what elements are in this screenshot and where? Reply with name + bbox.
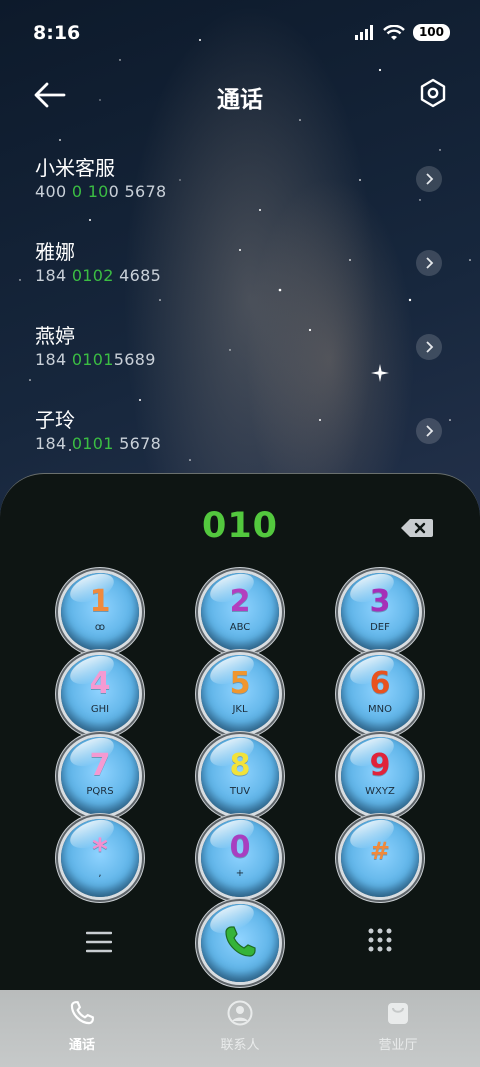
nav-label: 营业厅	[378, 1038, 418, 1053]
contact-number: 400 0 100 5678	[35, 182, 167, 201]
nav-tab-service-hall[interactable]: 营业厅	[348, 1000, 448, 1060]
menu-icon[interactable]	[86, 931, 112, 953]
key-hash[interactable]: #	[341, 819, 419, 897]
contact-name: 子玲	[35, 408, 75, 432]
phone-icon	[70, 1001, 94, 1025]
key-5[interactable]: 5 JKL	[201, 655, 279, 733]
nav-label: 联系人	[220, 1038, 260, 1053]
key-0[interactable]: 0 +	[201, 819, 279, 897]
call-button[interactable]	[201, 904, 279, 982]
key-9[interactable]: 9 WXYZ	[341, 737, 419, 815]
contact-name: 雅娜	[35, 240, 75, 264]
key-8[interactable]: 8 TUV	[201, 737, 279, 815]
chevron-right-icon[interactable]	[416, 250, 442, 276]
nav-tab-calls[interactable]: 通话	[32, 1000, 132, 1060]
status-icons: 100	[354, 24, 450, 41]
page-title: 通话	[217, 87, 263, 113]
chevron-right-icon[interactable]	[416, 418, 442, 444]
wifi-icon	[383, 24, 405, 40]
contact-name: 燕婷	[35, 324, 75, 348]
key-4[interactable]: 4 GHI	[61, 655, 139, 733]
backspace-icon[interactable]	[400, 517, 434, 539]
nav-label: 通话	[68, 1038, 95, 1053]
voicemail-icon: ꝏ	[94, 622, 106, 633]
nav-tab-contacts[interactable]: 联系人	[190, 1000, 290, 1060]
contact-item[interactable]: 小米客服 400 0 100 5678	[0, 152, 480, 224]
contact-item[interactable]: 子玲 184 0101 5678	[0, 404, 480, 476]
signal-icon	[354, 25, 373, 40]
person-icon	[227, 1000, 253, 1026]
bottom-nav: 通话 联系人 营业厅	[0, 990, 480, 1067]
chevron-right-icon[interactable]	[416, 334, 442, 360]
keypad-icon[interactable]	[368, 928, 392, 952]
contact-number: 184 0102 4685	[35, 266, 162, 285]
battery-indicator: 100	[412, 24, 450, 41]
key-3[interactable]: 3 DEF	[341, 573, 419, 651]
status-time: 8:16	[33, 22, 81, 44]
header: 通话	[0, 72, 480, 118]
store-bag-icon	[388, 1003, 408, 1024]
contact-item[interactable]: 雅娜 184 0102 4685	[0, 236, 480, 308]
contact-number: 184 01015689	[35, 350, 156, 369]
dialer-panel: 010 1 ꝏ 2 ABC 3 DEF 4 GHI 5 JKL 6 MNO 7 …	[0, 473, 480, 993]
key-star[interactable]: * ,	[61, 819, 139, 897]
key-6[interactable]: 6 MNO	[341, 655, 419, 733]
key-7[interactable]: 7 PQRS	[61, 737, 139, 815]
phone-icon	[225, 926, 256, 957]
settings-icon[interactable]	[418, 78, 448, 108]
contact-name: 小米客服	[35, 156, 115, 180]
status-bar: 8:16 100	[0, 0, 480, 68]
key-2[interactable]: 2 ABC	[201, 573, 279, 651]
contact-number: 184 0101 5678	[35, 434, 162, 453]
key-1[interactable]: 1 ꝏ	[61, 573, 139, 651]
chevron-right-icon[interactable]	[416, 166, 442, 192]
contact-item[interactable]: 燕婷 184 01015689	[0, 320, 480, 392]
